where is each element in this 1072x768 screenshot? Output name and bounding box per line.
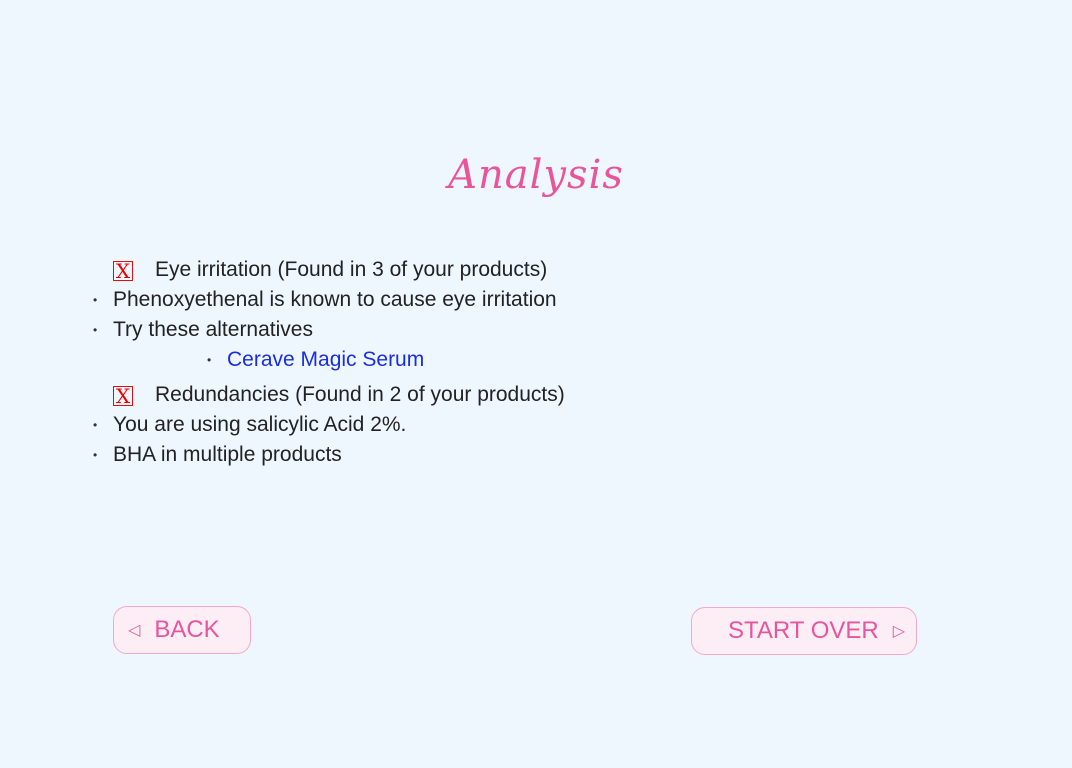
x-mark-icon: X	[113, 261, 133, 281]
issue-redundancies: X Redundancies (Found in 2 of your produ…	[93, 380, 565, 470]
list-item: Try these alternatives	[93, 315, 557, 345]
list-item: Phenoxyethenal is known to cause eye irr…	[93, 285, 557, 315]
start-over-button[interactable]: START OVER ▷	[691, 607, 917, 655]
page-title: Analysis	[448, 152, 624, 198]
alternative-item[interactable]: Cerave Magic Serum	[207, 345, 557, 375]
list-item: You are using salicylic Acid 2%.	[93, 410, 565, 440]
issue-heading: Redundancies (Found in 2 of your product…	[155, 383, 565, 406]
start-over-button-label: START OVER	[728, 617, 879, 644]
issue-details: Phenoxyethenal is known to cause eye irr…	[93, 285, 557, 345]
list-item: BHA in multiple products	[93, 440, 565, 470]
issue-header: X Redundancies (Found in 2 of your produ…	[113, 380, 565, 410]
issue-details: You are using salicylic Acid 2%. BHA in …	[93, 410, 565, 470]
back-button-label: BACK	[154, 616, 220, 643]
triangle-left-icon: ◁	[128, 622, 141, 639]
x-mark-icon: X	[113, 386, 133, 406]
back-button[interactable]: ◁ BACK	[113, 606, 251, 654]
triangle-right-icon: ▷	[892, 623, 906, 640]
alternative-link[interactable]: Cerave Magic Serum	[227, 348, 424, 371]
alternatives-list: Cerave Magic Serum	[113, 345, 557, 375]
issue-header: X Eye irritation (Found in 3 of your pro…	[113, 255, 557, 285]
issue-heading: Eye irritation (Found in 3 of your produ…	[155, 258, 548, 281]
issue-eye-irritation: X Eye irritation (Found in 3 of your pro…	[93, 255, 557, 375]
